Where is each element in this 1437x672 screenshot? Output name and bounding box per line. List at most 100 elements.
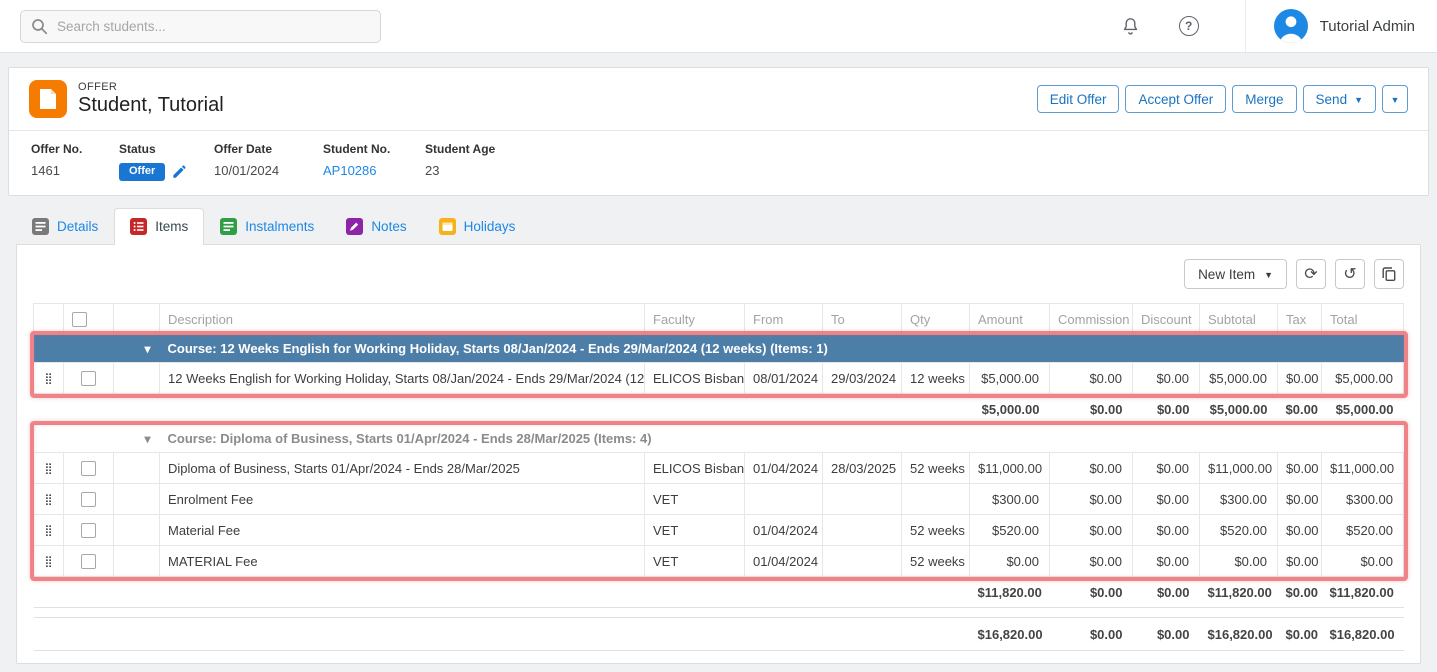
- drag-handle[interactable]: ⣿: [34, 484, 64, 515]
- grand-total-total: $16,820.00: [1322, 618, 1404, 651]
- group-subtotal-amount: $11,820.00: [970, 577, 1050, 608]
- pencil-icon: [172, 165, 186, 179]
- item-discount: $0.00: [1133, 363, 1200, 394]
- accept-offer-button[interactable]: Accept Offer: [1125, 85, 1226, 113]
- table-header-row: Description Faculty From To Qty Amount C…: [34, 304, 1404, 335]
- group-subtotal-subtotal: $11,820.00: [1200, 577, 1278, 608]
- offer-actions: Edit Offer Accept Offer Merge Send ▼ ▼: [1037, 85, 1408, 113]
- chevron-down-icon: ▼: [1354, 95, 1363, 105]
- student-no-link[interactable]: AP10286: [323, 163, 377, 178]
- new-item-button[interactable]: New Item ▼: [1184, 259, 1287, 289]
- select-all-checkbox[interactable]: [72, 312, 87, 327]
- instalments-tab-icon: [220, 218, 237, 235]
- row-checkbox[interactable]: [81, 492, 96, 507]
- grand-total-discount: $0.00: [1133, 618, 1200, 651]
- offer-kind-label: OFFER: [78, 81, 224, 93]
- copy-icon: [1381, 266, 1397, 282]
- item-from: [745, 484, 823, 515]
- course-group-header[interactable]: ▾ Course: 12 Weeks English for Working H…: [34, 335, 1404, 363]
- group-subtotal-tax: $0.00: [1278, 394, 1322, 425]
- tab-holidays[interactable]: Holidays: [423, 208, 532, 245]
- col-tax: Tax: [1278, 304, 1322, 335]
- item-discount: $0.00: [1133, 453, 1200, 484]
- drag-handle[interactable]: ⣿: [34, 515, 64, 546]
- item-to: 29/03/2024: [823, 363, 902, 394]
- student-search: [20, 10, 381, 43]
- field-student-age: Student Age 23: [425, 142, 495, 181]
- offer-icon: [29, 80, 67, 118]
- item-subtotal: $5,000.00: [1200, 363, 1278, 394]
- item-from: 01/04/2024: [745, 546, 823, 577]
- row-checkbox[interactable]: [81, 554, 96, 569]
- drag-handle[interactable]: ⣿: [34, 453, 64, 484]
- item-total: $5,000.00: [1322, 363, 1404, 394]
- status-badge: Offer: [119, 163, 165, 181]
- group-subtotal-commission: $0.00: [1050, 394, 1133, 425]
- refresh-button[interactable]: ⟳: [1296, 259, 1326, 289]
- history-button[interactable]: ↺: [1335, 259, 1365, 289]
- item-to: [823, 546, 902, 577]
- group-subtotal-total: $5,000.00: [1322, 394, 1404, 425]
- table-row: ⣿ 12 Weeks English for Working Holiday, …: [34, 363, 1404, 394]
- item-qty: 52 weeks: [902, 546, 970, 577]
- avatar: [1274, 9, 1308, 43]
- more-actions-button[interactable]: ▼: [1382, 85, 1408, 113]
- drag-handle[interactable]: ⣿: [34, 546, 64, 577]
- page-title: Student, Tutorial: [78, 94, 224, 117]
- chevron-down-icon: ▼: [1391, 95, 1400, 105]
- row-checkbox[interactable]: [81, 461, 96, 476]
- grand-total-tax: $0.00: [1278, 618, 1322, 651]
- item-amount: $0.00: [970, 546, 1050, 577]
- offer-summary-fields: Offer No. 1461 Status Offer Offer Date: [9, 131, 1428, 195]
- offer-date-value: 10/01/2024: [214, 163, 323, 178]
- collapse-caret-icon[interactable]: ▾: [144, 342, 150, 356]
- grand-total-row: $16,820.00 $0.00 $0.00 $16,820.00 $0.00 …: [34, 618, 1404, 651]
- help-button[interactable]: ?: [1173, 10, 1205, 42]
- copy-button[interactable]: [1374, 259, 1404, 289]
- col-to: To: [823, 304, 902, 335]
- row-checkbox[interactable]: [81, 523, 96, 538]
- merge-button[interactable]: Merge: [1232, 85, 1296, 113]
- item-subtotal: $0.00: [1200, 546, 1278, 577]
- user-menu[interactable]: Tutorial Admin: [1245, 0, 1415, 52]
- col-discount: Discount: [1133, 304, 1200, 335]
- field-offer-date: Offer Date 10/01/2024: [214, 142, 323, 181]
- table-row: ⣿ MATERIAL Fee VET 01/04/2024 52 weeks $…: [34, 546, 1404, 577]
- bell-icon: [1120, 16, 1141, 37]
- tab-details[interactable]: Details: [16, 208, 114, 245]
- chevron-down-icon: ▼: [1264, 270, 1273, 280]
- tab-notes[interactable]: Notes: [330, 208, 422, 245]
- row-checkbox[interactable]: [81, 371, 96, 386]
- col-amount: Amount: [970, 304, 1050, 335]
- group-subtotal-amount: $5,000.00: [970, 394, 1050, 425]
- item-description: MATERIAL Fee: [160, 546, 645, 577]
- item-qty: [902, 484, 970, 515]
- group-subtotal-row: $11,820.00 $0.00 $0.00 $11,820.00 $0.00 …: [34, 577, 1404, 608]
- tab-instalments[interactable]: Instalments: [204, 208, 330, 245]
- search-input[interactable]: [20, 10, 381, 43]
- item-qty: 52 weeks: [902, 515, 970, 546]
- col-from: From: [745, 304, 823, 335]
- item-to: 28/03/2025: [823, 453, 902, 484]
- item-from: 01/04/2024: [745, 453, 823, 484]
- item-amount: $300.00: [970, 484, 1050, 515]
- item-qty: 52 weeks: [902, 453, 970, 484]
- tab-items[interactable]: Items: [114, 208, 204, 245]
- notifications-button[interactable]: [1114, 10, 1147, 43]
- course-group-header[interactable]: ▾ Course: Diploma of Business, Starts 01…: [34, 425, 1404, 453]
- offer-no-value: 1461: [31, 163, 119, 178]
- drag-handle[interactable]: ⣿: [34, 363, 64, 394]
- item-description: Material Fee: [160, 515, 645, 546]
- grand-total-commission: $0.00: [1050, 618, 1133, 651]
- item-description: Enrolment Fee: [160, 484, 645, 515]
- collapse-caret-icon[interactable]: ▾: [144, 432, 150, 446]
- user-name: Tutorial Admin: [1320, 18, 1415, 35]
- item-discount: $0.00: [1133, 546, 1200, 577]
- send-button[interactable]: Send ▼: [1303, 85, 1376, 113]
- edit-offer-button[interactable]: Edit Offer: [1037, 85, 1120, 113]
- col-description: Description: [160, 304, 645, 335]
- item-qty: 12 weeks: [902, 363, 970, 394]
- item-amount: $520.00: [970, 515, 1050, 546]
- edit-status-button[interactable]: [172, 165, 186, 179]
- group-subtotal-commission: $0.00: [1050, 577, 1133, 608]
